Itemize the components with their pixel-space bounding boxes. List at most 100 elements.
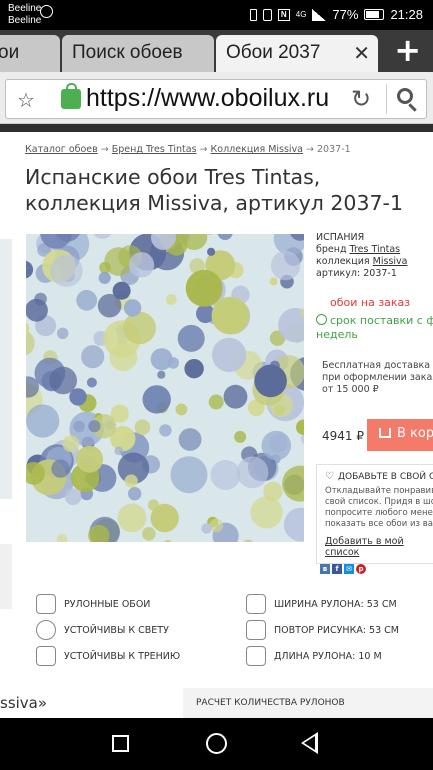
free-shipping-note: Бесплатная доставка в пре при оформлении… [322,360,433,396]
cart-icon [379,428,391,438]
close-tab-icon[interactable]: ✕ [353,41,370,66]
pattern-dot [50,254,83,287]
wishlist-line: Откладывайте понравивши [325,486,433,496]
divider [386,84,387,114]
pattern-dot [86,377,97,388]
pattern-dot [223,384,248,409]
home-icon[interactable] [206,733,227,754]
tab-label: ои [0,42,20,63]
feature-label: УСТОЙЧИВЫ К СВЕТУ [64,625,169,636]
article-value: 2037-1 [363,268,397,279]
pattern-dot [270,250,301,281]
tab-previous[interactable]: ои [0,35,60,72]
pattern-dot [76,289,98,311]
pattern-dot [254,364,287,398]
gallery-thumbnail-edge[interactable] [0,544,12,609]
pattern-dot [128,252,155,278]
collection-link[interactable]: Missiva [373,256,408,267]
gallery-thumbnail-edge[interactable] [0,239,12,499]
breadcrumb: Каталог обоев → Бренд Tres Tintas → Колл… [25,144,351,155]
pattern-dot [157,370,166,379]
product-image[interactable] [26,234,304,542]
pattern-dot [250,496,283,529]
breadcrumb-collection[interactable]: Коллекция Missiva [211,144,303,155]
pattern-dot [211,296,250,335]
vk-icon[interactable]: в [320,564,330,574]
pattern-dot [26,260,34,279]
pattern-dot [207,247,216,256]
feature-label: ШИРИНА РУЛОНА: 53 СМ [274,599,397,610]
site-header-strip [0,124,433,132]
whatsapp-icon [40,5,53,18]
pattern-dot [177,324,205,352]
url-text[interactable]: https://www.oboilux.ru [86,84,338,113]
pattern-dot [269,277,278,286]
search-icon[interactable] [397,88,413,104]
sun-icon [36,620,56,640]
pattern-dot [123,311,156,345]
pattern-repeat-icon [246,620,266,640]
reload-icon[interactable]: ↻ [351,85,371,113]
pattern-dot [147,499,160,511]
pattern-dot [76,445,104,473]
product-info: ИСПАНИЯ бренд Tres Tintas коллекция Miss… [316,232,408,280]
pattern-dot [201,523,212,534]
breadcrumb-brand[interactable]: Бренд Tres Tintas [112,144,197,155]
status-bar: Beeline Beeline N 4G 77% 21:28 [0,0,433,30]
wishlist-title-text: ДОБАВЬТЕ В СВОЙ СПИС [337,472,433,482]
heart-icon: ♡ [325,471,334,482]
collection-label: коллекция [316,256,370,267]
wishlist-line: попросите любого менеджер [325,508,433,518]
pattern-dot [98,271,111,284]
new-tab-icon[interactable]: + [394,33,421,67]
brand-link[interactable]: Tres Tintas [350,244,401,255]
social-share: в f ✉ p [320,564,366,574]
tab-current[interactable]: Обои 2037 ✕ [216,35,378,72]
add-to-cart-button[interactable]: В корз [367,419,433,451]
pattern-dot [88,420,101,433]
pattern-dot [165,294,177,305]
add-to-cart-label: В корз [397,426,433,441]
pattern-dot [117,503,147,533]
pattern-dot [175,403,188,416]
wipe-icon [36,646,56,666]
pattern-dot [142,527,156,541]
pinterest-icon[interactable]: p [356,564,366,574]
pattern-dot [62,435,80,453]
pattern-dot [26,404,60,438]
order-status: обои на заказ [330,296,411,309]
pattern-dot [73,420,85,433]
pattern-dot [123,299,142,317]
wishlist-description: Откладывайте понравивши свой список. При… [325,486,433,530]
pattern-dot [142,385,171,414]
pattern-dot [34,292,47,306]
bookmark-star-icon[interactable]: ☆ [17,88,35,112]
back-icon[interactable] [301,732,318,754]
pattern-dot [57,534,68,542]
add-to-wishlist-link[interactable]: Добавить в мой список [325,536,433,558]
lock-icon [61,83,81,109]
facebook-icon[interactable]: f [332,564,342,574]
vibrate-icon [262,8,272,21]
battery-icon [364,9,385,20]
collection-heading-fragment: ssiva» [0,694,48,712]
delivery-line2: недель [316,328,358,341]
tab-strip: ои Поиск обоев Обои 2037 ✕ + [0,30,433,72]
recent-apps-icon[interactable] [112,735,129,752]
pattern-dot [208,394,224,410]
brand-label: бренд [316,244,347,255]
price: 4941 ₽ [322,429,364,443]
pattern-dot [57,327,69,339]
wishlist-line: свой список. Придя в шоу-ру [325,497,433,507]
pattern-dot [283,507,304,542]
tab-search-wallpapers[interactable]: Поиск обоев [62,35,214,72]
url-field[interactable]: ☆ https://www.oboilux.ru ↻ [5,79,427,119]
clock: 21:28 [390,7,423,22]
country-label: ИСПАНИЯ [316,232,365,243]
breadcrumb-catalog[interactable]: Каталог обоев [25,144,98,155]
pattern-dot [184,359,204,379]
mail-icon[interactable]: ✉ [344,564,354,574]
nfc-icon: N [277,8,290,21]
pattern-dot [81,345,105,369]
pattern-dot [124,474,138,488]
